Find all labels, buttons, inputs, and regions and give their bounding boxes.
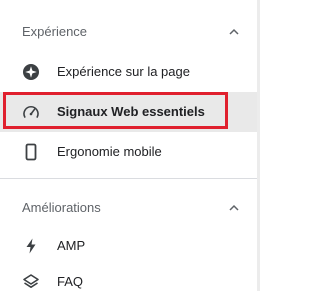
smartphone-icon [25, 143, 37, 161]
page-experience-icon [23, 64, 39, 80]
speedometer-icon [23, 105, 39, 118]
sidebar-item-amp[interactable]: AMP [0, 226, 257, 266]
section-divider [0, 178, 257, 179]
section-title: Améliorations [22, 200, 101, 215]
sidebar-item-mobile-usability[interactable]: Ergonomie mobile [0, 132, 257, 172]
section-header-enhancements[interactable]: Améliorations [0, 188, 257, 228]
sidebar-item-label: Ergonomie mobile [57, 144, 162, 159]
lightning-bolt-icon [26, 238, 36, 254]
sidebar-item-label: AMP [57, 238, 86, 253]
sidebar-item-page-experience[interactable]: Expérience sur la page [0, 52, 257, 92]
chevron-up-icon[interactable] [228, 26, 240, 38]
sidebar-item-faq[interactable]: FAQ [0, 262, 257, 291]
chevron-up-icon[interactable] [228, 202, 240, 214]
section-header-experience[interactable]: Expérience [0, 12, 257, 52]
sidebar-item-label: FAQ [57, 274, 84, 289]
sidebar-nav: Expérience Expérience sur la page Signau… [0, 0, 260, 291]
sidebar-item-label: Expérience sur la page [57, 64, 190, 79]
section-title: Expérience [22, 24, 88, 39]
sidebar-item-label: Signaux Web essentiels [57, 104, 205, 119]
sidebar-item-core-web-vitals[interactable]: Signaux Web essentiels [0, 92, 257, 132]
layers-icon [23, 274, 39, 288]
